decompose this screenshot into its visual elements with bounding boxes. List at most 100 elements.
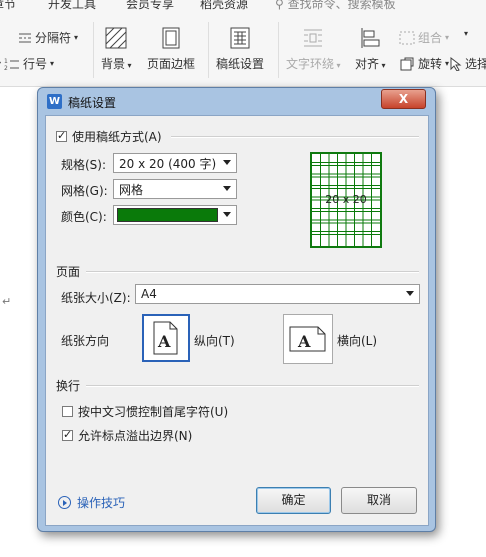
chevron-down-icon: ▾ (464, 29, 469, 38)
chevron-down-icon: ▾ (50, 59, 55, 68)
select-button[interactable]: 选择 (450, 55, 486, 72)
grid-select[interactable]: 网格 (113, 179, 237, 199)
grid-value: 网格 (119, 182, 144, 197)
chinese-rule-option[interactable]: 按中文习惯控制首尾字符(U) (62, 403, 228, 420)
cancel-button[interactable]: 取消 (341, 487, 417, 514)
landscape-label[interactable]: 横向(L) (337, 332, 377, 349)
dialog-title: 稿纸设置 (68, 96, 117, 110)
menu-tab-chapter[interactable]: 章节 (0, 0, 16, 12)
manuscript-preview: 20 x 20 (310, 152, 382, 248)
align-button[interactable]: 对齐 ▾ (355, 27, 386, 72)
text-wrap-button[interactable]: 文字环绕 ▾ (286, 27, 341, 72)
paragraph-mark: ↵ (2, 295, 12, 308)
separator-button[interactable]: 分隔符 ▾ (18, 29, 78, 46)
more-chevron[interactable]: ▾ (464, 29, 468, 38)
dropdown-arrow-icon (223, 212, 231, 217)
paper-size-select[interactable]: A4 (135, 284, 420, 304)
dialog-titlebar[interactable]: W 稿纸设置 X (38, 88, 435, 114)
wrap-section-title: 换行 (56, 379, 81, 393)
rotate-label: 旋转 (418, 57, 443, 71)
rotate-button[interactable]: 旋转 ▾ (399, 55, 449, 72)
svg-text:A: A (297, 332, 311, 351)
allow-overflow-checkbox[interactable] (62, 428, 73, 441)
search-icon: ⚲ (275, 0, 284, 11)
use-manuscript-checkbox[interactable] (56, 129, 67, 142)
chevron-down-icon: ▾ (445, 59, 450, 68)
cursor-icon (450, 56, 462, 71)
page-section-title: 页面 (56, 265, 81, 279)
dropdown-arrow-icon (406, 291, 414, 296)
page-break-icon (19, 33, 31, 42)
page-border-label: 页面边框 (147, 57, 196, 71)
manuscript-grid-icon (230, 27, 250, 49)
chinese-rule-checkbox[interactable] (62, 406, 73, 417)
allow-overflow-option[interactable]: 允许标点溢出边界(N) (62, 427, 192, 444)
menu-tab-member[interactable]: 会员专享 (126, 0, 174, 12)
background-button[interactable]: 背景 ▾ (101, 27, 132, 72)
color-label: 颜色(C): (61, 210, 107, 224)
background-icon (105, 27, 127, 49)
close-button[interactable]: X (381, 89, 426, 109)
play-circle-icon (58, 496, 71, 509)
chevron-down-icon: ▾ (74, 33, 79, 42)
paper-size-value: A4 (141, 287, 157, 301)
manuscript-settings-dialog: W 稿纸设置 X 使用稿纸方式(A) 规格(S): 20 x 20 (400 字… (37, 87, 436, 532)
color-select[interactable] (113, 205, 237, 225)
landscape-page-icon: A (289, 326, 326, 352)
group-button[interactable]: 组合 ▾ (399, 29, 449, 46)
chevron-down-icon: ▾ (445, 33, 450, 42)
orientation-label: 纸张方向 (61, 334, 110, 348)
ok-button[interactable]: 确定 (256, 487, 331, 514)
color-swatch (117, 208, 218, 222)
align-label: 对齐 (355, 57, 380, 71)
dropdown-arrow-icon (223, 160, 231, 165)
dropdown-arrow-icon (223, 186, 231, 191)
text-wrap-icon (304, 29, 323, 47)
section-divider (86, 385, 419, 387)
ribbon: 章节 开发工具 会员专享 稻壳资源 ⚲ 查找命令、搜索模板 分隔符 ▾ ▾ 12… (0, 0, 486, 87)
spec-value: 20 x 20 (400 字) (119, 156, 217, 171)
menu-tab-developer[interactable]: 开发工具 (48, 0, 96, 12)
paper-size-label: 纸张大小(Z): (61, 291, 131, 305)
tips-link-label: 操作技巧 (77, 496, 126, 510)
toolbar-divider (208, 22, 209, 78)
manuscript-settings-button[interactable]: 稿纸设置 (216, 27, 264, 72)
grid-label: 网格(G): (61, 184, 108, 198)
portrait-page-icon: A (153, 321, 178, 355)
background-label: 背景 (101, 57, 126, 71)
portrait-label[interactable]: 纵向(T) (194, 332, 235, 349)
svg-text:1: 1 (4, 58, 8, 65)
dialog-body: 使用稿纸方式(A) 规格(S): 20 x 20 (400 字) 网格(G): … (45, 115, 429, 526)
align-icon (361, 28, 380, 48)
line-number-icon: 12 (4, 58, 20, 71)
group-icon (399, 31, 415, 44)
preview-text: 20 x 20 (325, 193, 367, 206)
page-border-button[interactable]: 页面边框 (147, 27, 195, 72)
line-number-button[interactable]: ▾ 12 行号 ▾ (0, 55, 54, 72)
search-placeholder: 查找命令、搜索模板 (287, 0, 396, 11)
menu-tab-docer[interactable]: 稻壳资源 (200, 0, 248, 12)
allow-overflow-label: 允许标点溢出边界(N) (78, 429, 193, 443)
select-label: 选择 (465, 57, 486, 71)
section-divider (86, 271, 419, 273)
tips-link[interactable]: 操作技巧 (58, 494, 125, 511)
svg-text:A: A (157, 332, 171, 351)
text-wrap-label: 文字环绕 (286, 57, 335, 71)
spec-label: 规格(S): (61, 158, 107, 172)
portrait-option[interactable]: A (142, 314, 190, 362)
wps-logo-icon: W (47, 94, 62, 109)
landscape-option[interactable]: A (283, 314, 333, 364)
use-manuscript-label: 使用稿纸方式(A) (72, 130, 162, 144)
manuscript-settings-label: 稿纸设置 (216, 57, 265, 71)
svg-text:2: 2 (4, 65, 8, 71)
line-number-label: 行号 (23, 57, 48, 71)
spec-select[interactable]: 20 x 20 (400 字) (113, 153, 237, 173)
group-label: 组合 (418, 31, 443, 45)
command-search[interactable]: ⚲ 查找命令、搜索模板 (275, 0, 396, 12)
separator-label: 分隔符 (35, 31, 72, 45)
rotate-icon (400, 57, 414, 70)
chinese-rule-label: 按中文习惯控制首尾字符(U) (78, 405, 229, 419)
chevron-down-icon: ▾ (0, 59, 1, 68)
use-manuscript-option[interactable]: 使用稿纸方式(A) (56, 128, 162, 145)
toolbar-divider (278, 22, 279, 78)
